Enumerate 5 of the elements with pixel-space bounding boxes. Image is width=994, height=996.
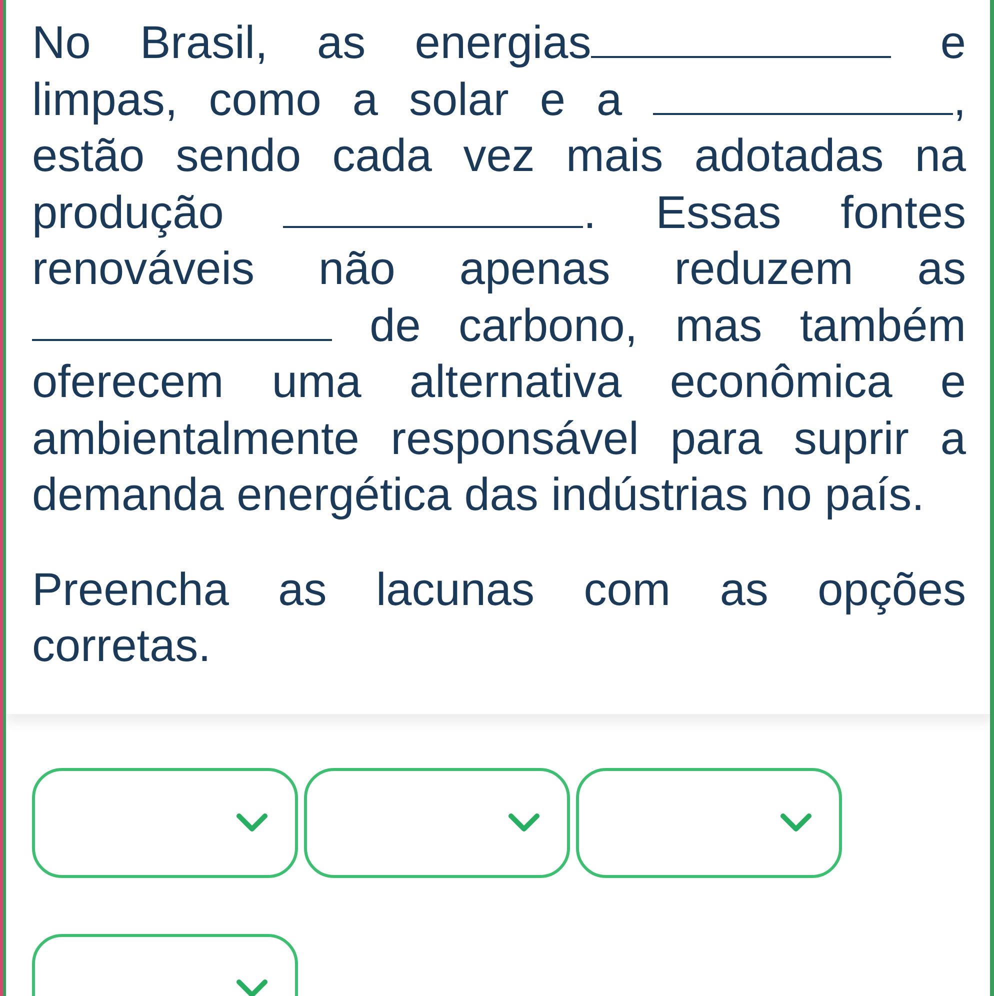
answer-dropdown[interactable] [304, 768, 570, 878]
instruction-text: Preencha as lacunas com as opções corretas. [32, 562, 966, 673]
answer-dropdown[interactable] [576, 768, 842, 878]
passage-text: No Brasil, as energias e limpas, como a solar e a , estão sendo cada vez mais adotadas na produção . Essas fontes renováveis não apenas reduzem as de carbono, mas também oferecem uma alternativa econômica e ambientalmente responsável para suprir a demanda energética das indústrias no país. [32, 15, 966, 522]
answer-dropdown[interactable] [32, 768, 298, 878]
